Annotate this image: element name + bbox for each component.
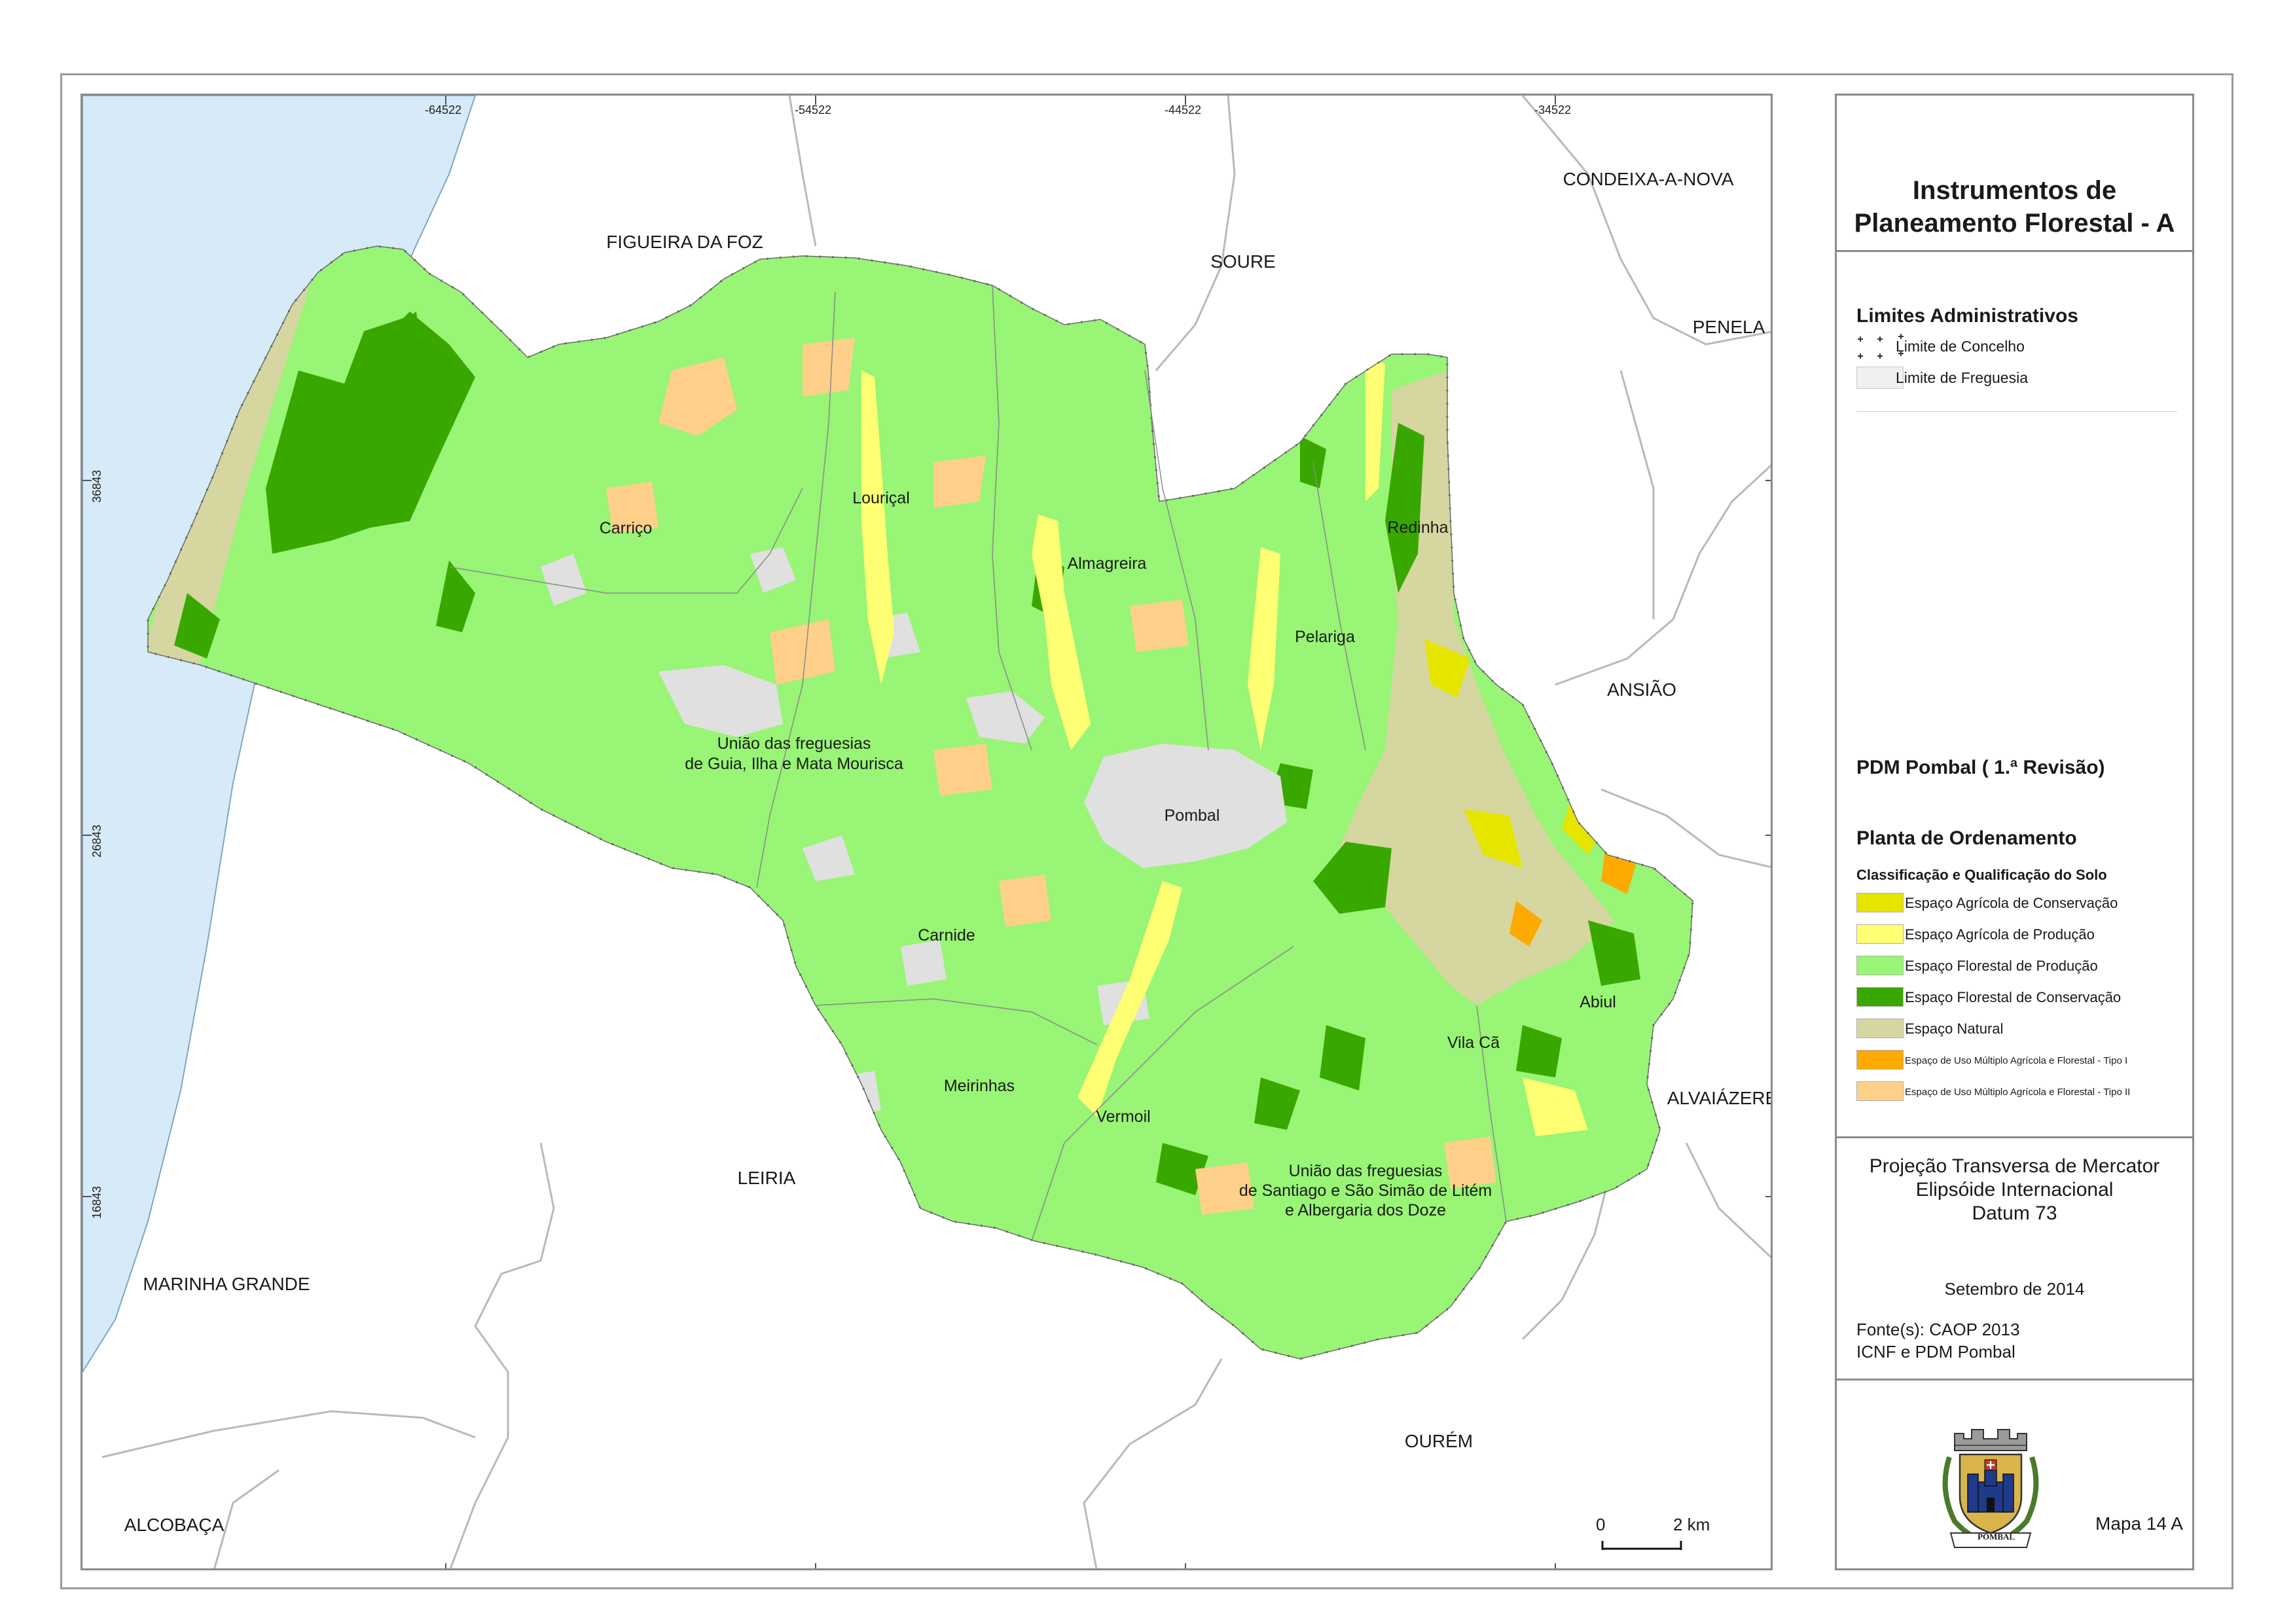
swatch-agricola-producao — [1856, 924, 1904, 944]
swatch-uso-multiplo-tipo-1 — [1856, 1050, 1904, 1070]
map-canvas[interactable] — [82, 96, 1773, 1570]
tick-y-3: 16843 — [90, 1185, 103, 1219]
tick-y-2: 26843 — [90, 824, 103, 857]
swatch-florestal-conservacao — [1856, 987, 1904, 1007]
projection-info: Projeção Transversa de Mercator Elipsóid… — [1837, 1155, 2192, 1225]
label-marinha-grande: MARINHA GRANDE — [143, 1274, 310, 1294]
scale-zero-label: 0 — [1596, 1515, 1606, 1534]
tick-y-1: 36843 — [90, 469, 103, 503]
map-panel[interactable]: -64522 -54522 -44522 -34522 36843 26843 … — [81, 94, 1773, 1570]
parish-almagreira: Almagreira — [1067, 554, 1147, 573]
parish-guia-line1: União das freguesias — [717, 734, 871, 753]
label-condeixa-a-nova: CONDEIXA-A-NOVA — [1563, 169, 1734, 189]
map-title: Instrumentos de Planeamento Florestal - … — [1837, 174, 2192, 240]
swatch-espaco-natural — [1856, 1019, 1904, 1038]
class-florestal-conservacao: Espaço Florestal de Conservação — [1905, 989, 2122, 1005]
label-soure: SOURE — [1210, 251, 1276, 272]
tick-x-4: -34522 — [1534, 103, 1572, 117]
crest-ribbon-text: POMBAL — [1978, 1532, 2015, 1542]
scale-distance-label: 2 km — [1673, 1515, 1710, 1534]
tick-x-2: -54522 — [795, 103, 832, 117]
swatch-florestal-producao — [1856, 956, 1904, 975]
admin-limits-title: Limites Administrativos — [1856, 305, 2078, 327]
parish-santiago-line2: de Santiago e São Simão de Litém — [1238, 1182, 1492, 1200]
legend-panel: Instrumentos de Planeamento Florestal - … — [1835, 94, 2194, 1570]
map-date: Setembro de 2014 — [1944, 1279, 2085, 1299]
class-uso-multiplo-tipo-1: Espaço de Uso Múltiplo Agrícola e Flores… — [1905, 1055, 2128, 1066]
classification-title: Classificação e Qualificação do Solo — [1856, 867, 2107, 883]
label-figueira-da-foz: FIGUEIRA DA FOZ — [606, 232, 763, 252]
scale-bar — [1601, 1541, 1682, 1550]
parish-lourical: Louriçal — [852, 489, 910, 507]
tick-x-1: -64522 — [425, 103, 462, 117]
parish-santiago-line1: União das freguesias — [1288, 1162, 1443, 1180]
label-ourem: OURÉM — [1404, 1431, 1473, 1451]
legend-divider — [1837, 250, 2192, 252]
parish-santiago-line3: e Albergaria dos Doze — [1285, 1201, 1446, 1219]
swatch-agricola-conservacao — [1856, 893, 1904, 912]
freguesia-limit-label: Limite de Freguesia — [1896, 369, 2028, 386]
map-title-line1: Instrumentos de — [1912, 176, 2117, 205]
label-leiria: LEIRIA — [737, 1168, 796, 1188]
parish-meirinhas: Meirinhas — [943, 1077, 1015, 1095]
parish-abiul: Abiul — [1580, 993, 1616, 1011]
projection-divider — [1837, 1136, 2192, 1138]
parish-pelariga: Pelariga — [1295, 628, 1355, 646]
planta-title: Planta de Ordenamento — [1856, 827, 2077, 849]
concelho-limit-label: Limite de Concelho — [1896, 338, 2025, 355]
pdm-title: PDM Pombal ( 1.ª Revisão) — [1856, 757, 2105, 778]
class-espaco-natural: Espaço Natural — [1905, 1020, 2004, 1037]
label-alvaiazere: ALVAIÁZERE — [1667, 1088, 1773, 1108]
class-uso-multiplo-tipo-2: Espaço de Uso Múltiplo Agrícola e Flores… — [1905, 1087, 2131, 1098]
parish-vila-ca: Vila Cã — [1447, 1034, 1500, 1052]
projection-line1: Projeção Transversa de Mercator — [1869, 1155, 2160, 1177]
projection-line2: Elipsóide Internacional — [1915, 1179, 2114, 1200]
sources-line1: Fonte(s): CAOP 2013 — [1856, 1320, 2020, 1339]
sources-line2: ICNF e PDM Pombal — [1856, 1342, 2015, 1362]
parish-redinha: Redinha — [1387, 518, 1449, 537]
parish-vermoil: Vermoil — [1096, 1108, 1151, 1126]
class-agricola-conservacao: Espaço Agrícola de Conservação — [1905, 895, 2118, 911]
projection-line3: Datum 73 — [1972, 1202, 2057, 1224]
footer-divider — [1837, 1379, 2192, 1380]
class-florestal-producao: Espaço Florestal de Produção — [1905, 958, 2098, 974]
label-ansiao: ANSIÃO — [1607, 679, 1676, 700]
label-penela: PENELA — [1692, 317, 1765, 337]
map-title-line2: Planeamento Florestal - A — [1854, 209, 2175, 238]
label-alcobaca: ALCOBAÇA — [124, 1515, 225, 1535]
map-number: Mapa 14 A — [2095, 1513, 2183, 1534]
sources: Fonte(s): CAOP 2013 ICNF e PDM Pombal — [1856, 1318, 2020, 1363]
parish-carrico: Carriço — [599, 519, 653, 537]
parish-pombal: Pombal — [1164, 806, 1220, 825]
parish-guia-line2: de Guia, Ilha e Mata Mourisca — [685, 755, 903, 773]
admin-separator — [1856, 411, 2177, 412]
class-agricola-producao: Espaço Agrícola de Produção — [1905, 926, 2095, 943]
parish-carnide: Carnide — [918, 926, 975, 945]
swatch-uso-multiplo-tipo-2 — [1856, 1081, 1904, 1101]
tick-x-3: -44522 — [1165, 103, 1202, 117]
